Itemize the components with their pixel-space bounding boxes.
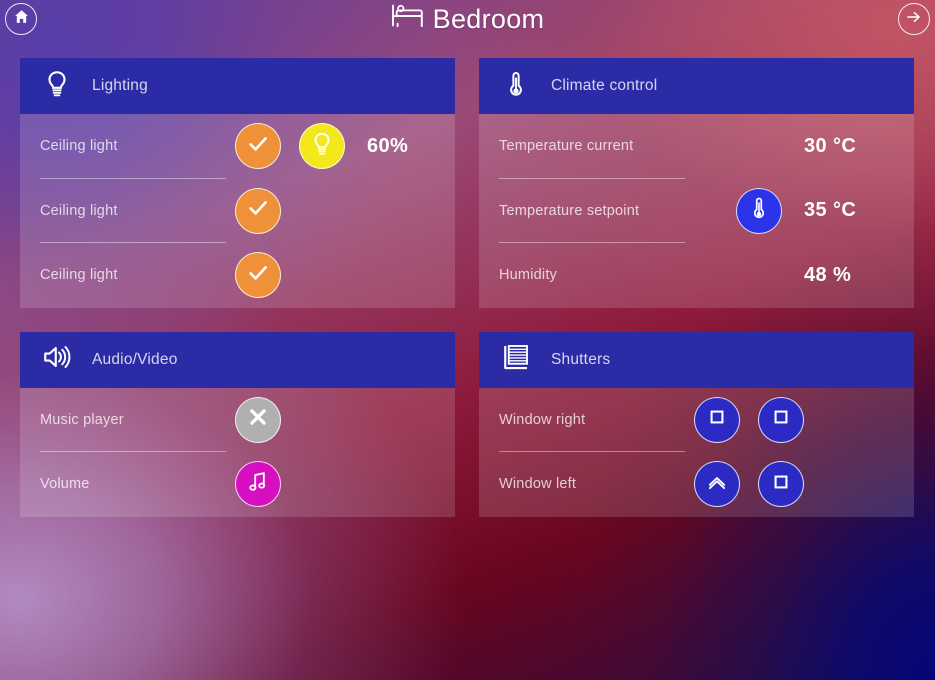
row-item: Window right — [499, 388, 894, 452]
home-button[interactable] — [5, 3, 37, 35]
stop-square-icon — [768, 404, 794, 435]
row-label: Volume — [40, 476, 90, 493]
control-chevron-up-button[interactable] — [694, 461, 740, 508]
row-label: Humidity — [499, 267, 557, 284]
control-lightbulb-button[interactable] — [299, 123, 345, 170]
control-stop-square-button[interactable] — [694, 396, 740, 443]
row-item: Music player — [40, 388, 435, 452]
home-icon — [13, 8, 30, 30]
control-stop-square-button[interactable] — [758, 396, 804, 443]
card-body-climate-control: Temperature current 30 °C Temperature setp… — [479, 114, 914, 308]
card-title: Shutters — [551, 350, 611, 368]
cards-grid: Lighting Ceiling light 60% Ceiling light Ce… — [20, 58, 915, 517]
row-value: 35 °C — [804, 199, 857, 222]
row-item: Ceiling light — [40, 243, 435, 308]
page-title-text: Bedroom — [432, 3, 545, 34]
row-label: Temperature setpoint — [499, 202, 640, 219]
bedroom-screen: Bedroom Lighting Ceiling light 60% Ceiling… — [0, 0, 935, 680]
speaker-icon — [42, 342, 72, 377]
control-check-button[interactable] — [235, 187, 281, 234]
card-lighting: Lighting Ceiling light 60% Ceiling light Ce… — [20, 58, 455, 308]
row-item: Volume — [40, 452, 435, 517]
card-audio-video: Audio/Video Music player Volume — [20, 331, 455, 517]
card-shutters: Shutters Window right Window left — [479, 331, 914, 517]
row-value: 48 % — [804, 263, 852, 286]
card-header-climate-control: Climate control — [479, 58, 914, 114]
thermometer-icon — [501, 69, 531, 104]
next-button[interactable] — [898, 3, 930, 35]
control-check-button[interactable] — [235, 123, 281, 170]
lightbulb-icon — [42, 69, 72, 104]
row-controls — [235, 461, 281, 508]
stop-square-icon — [768, 469, 794, 500]
row-controls — [694, 461, 804, 508]
chevron-up-icon — [704, 469, 730, 500]
top-bar: Bedroom — [0, 0, 935, 38]
control-close-button[interactable] — [235, 396, 281, 443]
card-header-audio-video: Audio/Video — [20, 331, 455, 388]
check-icon — [245, 260, 271, 291]
row-controls — [235, 187, 281, 234]
row-item: Ceiling light — [40, 179, 435, 243]
row-controls — [694, 396, 804, 443]
check-icon — [245, 195, 271, 226]
lightbulb-icon — [309, 131, 335, 162]
row-controls: 35 °C — [736, 187, 857, 234]
row-label: Ceiling light — [40, 138, 118, 155]
control-check-button[interactable] — [235, 252, 281, 299]
card-body-audio-video: Music player Volume — [20, 387, 455, 517]
row-item: Ceiling light 60% — [40, 114, 435, 179]
stop-square-icon — [704, 404, 730, 435]
card-title: Audio/Video — [92, 350, 178, 368]
row-label: Window left — [499, 476, 577, 493]
control-thermometer-button[interactable] — [736, 187, 782, 234]
row-item: Temperature current 30 °C — [499, 114, 894, 179]
row-label: Window right — [499, 411, 586, 428]
row-label: Music player — [40, 411, 124, 428]
row-controls — [235, 396, 281, 443]
card-title: Lighting — [92, 77, 148, 94]
thermometer-icon — [746, 195, 772, 226]
row-controls: 48 % — [736, 264, 851, 287]
row-item: Window left — [499, 452, 894, 517]
row-controls: 60% — [235, 123, 409, 170]
row-controls: 30 °C — [736, 135, 856, 158]
row-controls — [235, 252, 281, 299]
control-music-note-button[interactable] — [235, 461, 281, 508]
card-body-lighting: Ceiling light 60% Ceiling light Ceiling li… — [20, 114, 455, 308]
row-value: 60% — [367, 134, 409, 157]
music-note-icon — [245, 469, 271, 500]
check-icon — [245, 131, 271, 162]
row-label: Temperature current — [499, 138, 634, 155]
arrow-right-icon — [905, 8, 923, 31]
page-title: Bedroom — [391, 3, 545, 35]
row-value: 30 °C — [804, 134, 857, 157]
card-climate-control: Climate control Temperature current 30 °C T… — [479, 58, 914, 308]
blinds-icon — [501, 342, 531, 377]
row-label: Ceiling light — [40, 267, 118, 284]
card-body-shutters: Window right Window left — [479, 387, 914, 517]
row-item: Humidity 48 % — [499, 243, 894, 308]
card-header-lighting: Lighting — [20, 58, 455, 114]
close-icon — [245, 404, 271, 435]
bed-icon — [391, 3, 424, 35]
card-title: Climate control — [551, 77, 658, 94]
row-label: Ceiling light — [40, 202, 118, 219]
control-stop-square-button[interactable] — [758, 461, 804, 508]
row-item: Temperature setpoint 35 °C — [499, 179, 894, 243]
card-header-shutters: Shutters — [479, 331, 914, 388]
